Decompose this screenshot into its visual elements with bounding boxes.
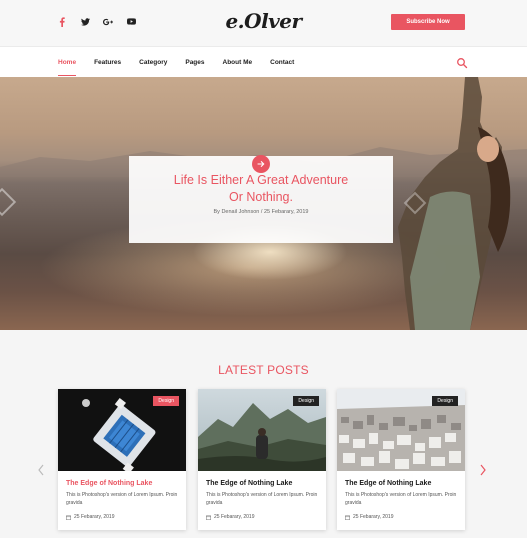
search-icon[interactable] <box>456 56 468 69</box>
calendar-icon <box>345 515 350 520</box>
nav-item-category[interactable]: Category <box>139 47 167 77</box>
hero-woman-image <box>398 77 511 330</box>
post-date: 25 Febarary, 2019 <box>66 514 115 520</box>
post-date: 25 Febarary, 2019 <box>345 514 394 520</box>
top-bar: e.Olver Subscribe Now <box>0 0 527 46</box>
nav-item-home[interactable]: Home <box>58 47 77 77</box>
nav-item-about-me[interactable]: About Me <box>223 47 253 77</box>
hero-title[interactable]: Life Is Either A Great Adventure Or Noth… <box>129 172 393 206</box>
hero-title-line-1: Life Is Either A Great Adventure <box>173 173 349 187</box>
hero-title-line-2: Or Nothing. <box>229 190 293 204</box>
post-excerpt: This is Photoshop's version of Lorem Ips… <box>206 492 318 506</box>
post-card[interactable]: Design The Edge of Nothing Lake This is … <box>337 389 465 530</box>
post-card[interactable]: Design The Edge of Nothing Lake This is … <box>198 389 326 530</box>
post-title[interactable]: The Edge of Nothing Lake <box>206 480 292 487</box>
post-thumbnail[interactable]: Design <box>337 389 465 471</box>
subscribe-button[interactable]: Subscribe Now <box>391 14 465 30</box>
nav-item-features[interactable]: Features <box>94 47 121 77</box>
post-thumbnail[interactable]: Design <box>198 389 326 471</box>
category-badge[interactable]: Design <box>153 396 179 406</box>
post-date: 25 Febarary, 2019 <box>206 514 255 520</box>
post-excerpt: This is Photoshop's version of Lorem Ips… <box>345 492 457 506</box>
hero-slider: Life Is Either A Great Adventure Or Noth… <box>0 77 527 330</box>
nav-item-contact[interactable]: Contact <box>270 47 294 77</box>
posts-next-arrow[interactable] <box>479 463 487 476</box>
hero-meta: By Denail Johnson / 25 Febarary, 2019 <box>213 209 309 215</box>
post-date-text: 25 Febarary, 2019 <box>214 514 255 520</box>
arrow-right-icon <box>257 161 265 167</box>
calendar-icon <box>206 515 211 520</box>
post-excerpt: This is Photoshop's version of Lorem Ips… <box>66 492 178 506</box>
hero-read-more-button[interactable] <box>252 155 270 173</box>
post-title[interactable]: The Edge of Nothing Lake <box>345 480 431 487</box>
latest-posts-title: LATEST POSTS <box>218 363 309 377</box>
post-date-text: 25 Febarary, 2019 <box>353 514 394 520</box>
category-badge[interactable]: Design <box>293 396 319 406</box>
nav-item-pages[interactable]: Pages <box>185 47 204 77</box>
posts-prev-arrow[interactable] <box>37 463 45 476</box>
post-date-text: 25 Febarary, 2019 <box>74 514 115 520</box>
post-title[interactable]: The Edge of Nothing Lake <box>66 480 152 487</box>
nav-menu: Home Features Category Pages About Me Co… <box>58 47 312 77</box>
hero-prev-arrow[interactable] <box>0 187 17 217</box>
main-nav: Home Features Category Pages About Me Co… <box>0 46 527 77</box>
post-card[interactable]: Design The Edge of Nothing Lake This is … <box>58 389 186 530</box>
calendar-icon <box>66 515 71 520</box>
category-badge[interactable]: Design <box>432 396 458 406</box>
post-thumbnail[interactable]: Design <box>58 389 186 471</box>
